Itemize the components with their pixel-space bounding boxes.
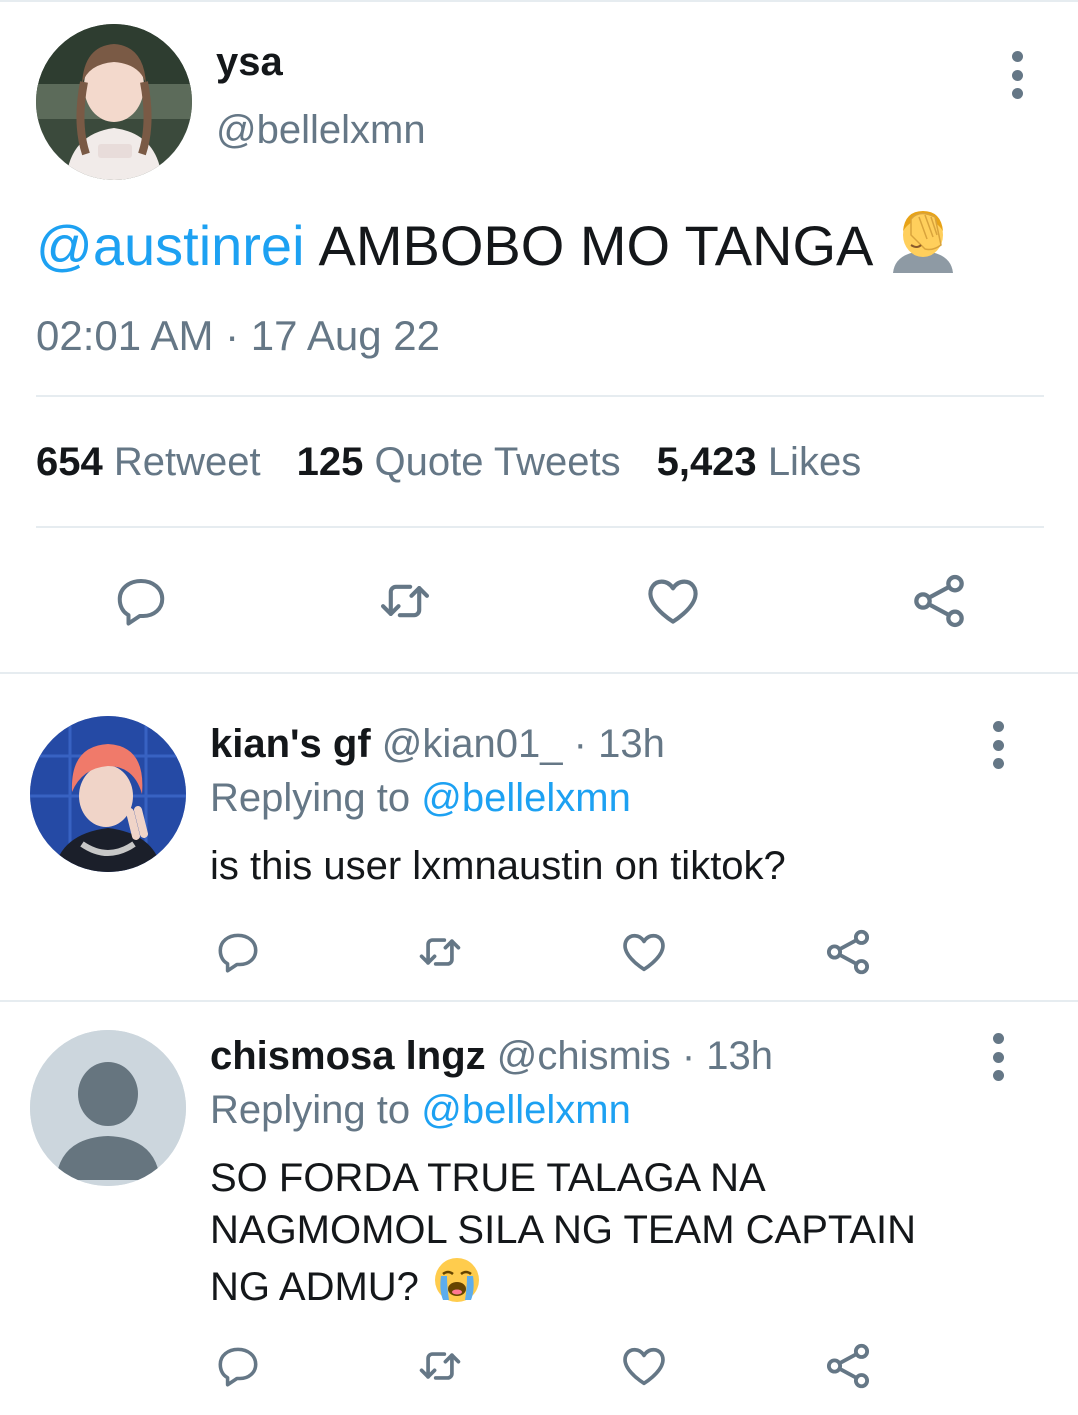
likes-label: Likes bbox=[767, 440, 862, 484]
reply-icon bbox=[218, 933, 258, 973]
main-author-handle[interactable]: @bellelxmn bbox=[216, 108, 426, 153]
replying-to-mention[interactable]: @bellelxmn bbox=[421, 1088, 631, 1132]
loudly-crying-face-emoji-icon bbox=[433, 1256, 481, 1317]
reply-time[interactable]: · 13h bbox=[682, 1034, 773, 1078]
retweets-label: Retweet bbox=[113, 440, 261, 484]
reply-button[interactable] bbox=[210, 924, 266, 980]
reply-time[interactable]: · 13h bbox=[574, 722, 665, 766]
reply-text: SO FORDA TRUE TALAGA NA NAGMOMOL SILA NG… bbox=[210, 1152, 916, 1317]
main-tweet-text: @austinrei AMBOBO MO TANGA bbox=[36, 205, 957, 286]
reply-button[interactable] bbox=[210, 1338, 266, 1394]
reply-author-name[interactable]: kian's gf bbox=[210, 722, 371, 766]
reply-header: kian's gf @kian01_ · 13h bbox=[210, 722, 665, 767]
retweets-count: 654 bbox=[36, 440, 103, 484]
share-button[interactable] bbox=[904, 566, 974, 636]
top-border bbox=[0, 0, 1078, 2]
reply-author-name[interactable]: chismosa lngz bbox=[210, 1034, 486, 1078]
divider bbox=[0, 672, 1078, 674]
reply-text: is this user lxmnaustin on tiktok? bbox=[210, 844, 786, 888]
divider bbox=[36, 526, 1044, 528]
heart-icon bbox=[623, 933, 665, 972]
share-icon bbox=[826, 1343, 870, 1389]
retweet-button[interactable] bbox=[412, 924, 468, 980]
tweet-body: AMBOBO MO TANGA bbox=[318, 214, 874, 277]
reply-text-line: NG ADMU? bbox=[210, 1264, 419, 1309]
default-user-icon bbox=[30, 1030, 186, 1186]
retweet-button[interactable] bbox=[370, 566, 440, 636]
heart-icon bbox=[648, 579, 698, 624]
reply-header: chismosa lngz @chismis · 13h bbox=[210, 1034, 773, 1079]
replying-to-line: Replying to @bellelxmn bbox=[210, 776, 631, 821]
mention-link[interactable]: @austinrei bbox=[36, 213, 305, 278]
replying-to-line: Replying to @bellelxmn bbox=[210, 1088, 631, 1133]
retweet-icon bbox=[419, 938, 461, 966]
retweet-button[interactable] bbox=[412, 1338, 468, 1394]
reply-author-handle[interactable]: @kian01_ bbox=[382, 722, 563, 766]
share-icon bbox=[826, 929, 870, 975]
share-button[interactable] bbox=[820, 924, 876, 980]
like-button[interactable] bbox=[616, 924, 672, 980]
reply-icon bbox=[218, 1347, 258, 1387]
likes-stat[interactable]: 5,423 Likes bbox=[657, 440, 862, 485]
quotes-count: 125 bbox=[296, 440, 364, 484]
default-avatar[interactable] bbox=[30, 1030, 186, 1186]
replying-to-label: Replying to bbox=[210, 1088, 411, 1132]
reply-text-line: NAGMOMOL SILA NG TEAM CAPTAIN bbox=[210, 1208, 917, 1252]
reply-more-options-icon[interactable] bbox=[978, 1027, 1018, 1087]
reply-more-options-icon[interactable] bbox=[978, 715, 1018, 775]
main-author-name[interactable]: ysa bbox=[216, 40, 283, 85]
main-tweet-timestamp[interactable]: 02:01 AM · 17 Aug 22 bbox=[36, 312, 440, 360]
like-button[interactable] bbox=[638, 566, 708, 636]
likes-count: 5,423 bbox=[656, 440, 757, 484]
reply-button[interactable] bbox=[106, 566, 176, 636]
replying-to-mention[interactable]: @bellelxmn bbox=[421, 776, 631, 820]
retweet-icon bbox=[380, 584, 430, 618]
retweet-icon bbox=[419, 1352, 461, 1380]
share-button[interactable] bbox=[820, 1338, 876, 1394]
divider bbox=[36, 395, 1044, 397]
reply-author-handle[interactable]: @chismis bbox=[497, 1034, 671, 1078]
divider bbox=[0, 1000, 1078, 1002]
replying-to-label: Replying to bbox=[210, 776, 411, 820]
face-palm-emoji-icon bbox=[889, 205, 957, 286]
main-more-options-icon[interactable] bbox=[997, 45, 1037, 105]
share-icon bbox=[914, 574, 964, 628]
reply-author-avatar[interactable] bbox=[30, 716, 186, 872]
heart-icon bbox=[623, 1347, 665, 1386]
quotes-label: Quote Tweets bbox=[374, 440, 621, 484]
main-author-avatar[interactable] bbox=[36, 24, 192, 180]
reply-icon bbox=[117, 579, 165, 626]
reply-text-line: SO FORDA TRUE TALAGA NA bbox=[210, 1156, 766, 1200]
retweets-stat[interactable]: 654 Retweet bbox=[36, 440, 261, 485]
reply-text-last-line: NG ADMU? bbox=[210, 1256, 916, 1317]
tweet-stats: 654 Retweet 125 Quote Tweets 5,423 Likes bbox=[36, 440, 897, 485]
quotes-stat[interactable]: 125 Quote Tweets bbox=[297, 440, 621, 485]
like-button[interactable] bbox=[616, 1338, 672, 1394]
